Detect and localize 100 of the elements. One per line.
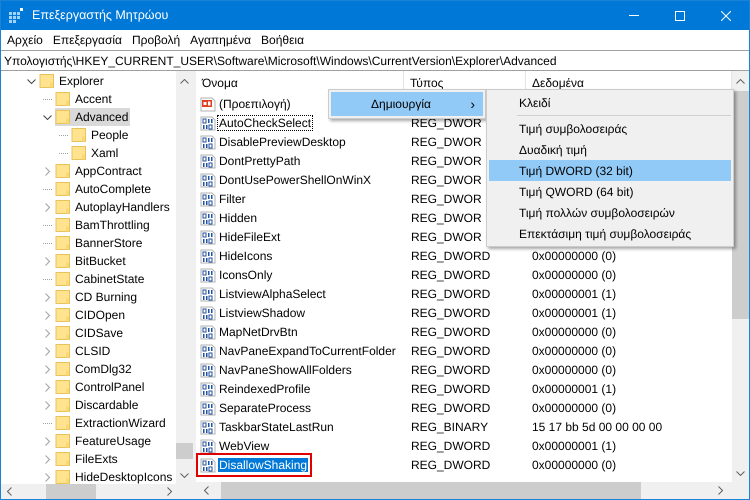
scroll-thumb[interactable] bbox=[221, 482, 641, 499]
scroll-thumb[interactable] bbox=[732, 91, 749, 319]
menu-item[interactable]: Επεξεργασία bbox=[48, 30, 127, 50]
value-name[interactable]: WebView bbox=[218, 439, 270, 454]
value-name[interactable]: DontUsePowerShellOnWinX bbox=[218, 172, 372, 187]
vertical-scrollbar[interactable] bbox=[176, 71, 193, 484]
expand-icon[interactable] bbox=[44, 454, 50, 464]
value-name[interactable]: (Προεπιλογή) bbox=[218, 96, 292, 111]
menu-item[interactable]: Αρχείο bbox=[2, 30, 48, 50]
tree-item[interactable]: BannerStore bbox=[55, 234, 144, 252]
tree-item[interactable]: CD Burning bbox=[55, 288, 140, 306]
tree-item[interactable]: BitBucket bbox=[55, 252, 128, 270]
expand-icon[interactable] bbox=[44, 436, 50, 446]
folder-icon bbox=[55, 235, 71, 251]
binary-value-icon bbox=[200, 400, 216, 416]
column-header[interactable]: Τύπος bbox=[410, 74, 444, 92]
tree-item[interactable]: FeatureUsage bbox=[55, 432, 154, 450]
folder-icon bbox=[55, 289, 71, 305]
scroll-thumb[interactable] bbox=[46, 484, 96, 499]
collapse-icon[interactable] bbox=[42, 114, 52, 120]
tree-item[interactable]: FileExts bbox=[55, 450, 120, 468]
value-type: REG_DWORD bbox=[411, 458, 490, 472]
value-data: 0x00000001 (1) bbox=[532, 286, 616, 301]
tree-item[interactable]: ComDlg32 bbox=[55, 360, 134, 378]
expand-icon[interactable] bbox=[44, 382, 50, 392]
value-name[interactable]: Hidden bbox=[218, 210, 258, 225]
value-name[interactable]: HideIcons bbox=[218, 248, 274, 263]
value-name[interactable]: DontPrettyPath bbox=[218, 154, 302, 168]
menu-item[interactable]: Επεκτάσιμη τιμή συμβολοσειράς bbox=[489, 223, 731, 244]
vertical-scrollbar[interactable] bbox=[732, 71, 749, 482]
expand-icon[interactable] bbox=[44, 472, 50, 482]
value-name[interactable]: NavPaneShowAllFolders bbox=[218, 363, 353, 378]
expand-icon[interactable] bbox=[44, 364, 50, 374]
menu-item[interactable]: Δυαδική τιμή bbox=[489, 139, 731, 160]
value-name[interactable]: TaskbarStateLastRun bbox=[218, 420, 335, 434]
menu-item[interactable]: Αγαπημένα bbox=[185, 30, 256, 50]
binary-value-icon bbox=[200, 286, 216, 302]
expand-icon[interactable] bbox=[44, 166, 50, 176]
column-header[interactable]: Δεδομένα bbox=[532, 74, 584, 92]
menu-item[interactable]: Τιμή συμβολοσειράς bbox=[489, 118, 731, 139]
value-type: REG_DWORD bbox=[411, 325, 490, 340]
tree-item[interactable]: HideDesktopIcons bbox=[55, 468, 174, 484]
binary-value-icon bbox=[200, 419, 216, 436]
value-name[interactable]: DisallowShaking bbox=[218, 458, 308, 472]
collapse-icon[interactable] bbox=[26, 78, 36, 84]
value-name[interactable]: HideFileExt bbox=[218, 230, 282, 244]
menu-item[interactable]: Δημιουργία › bbox=[331, 92, 483, 116]
binary-value-icon bbox=[200, 210, 216, 226]
column-header[interactable]: Όνομα bbox=[202, 74, 238, 92]
value-name[interactable]: IconsOnly bbox=[218, 268, 274, 282]
horizontal-scrollbar[interactable] bbox=[1, 484, 193, 499]
menu-item[interactable]: Τιμή πολλών συμβολοσειρών bbox=[489, 202, 731, 223]
tree-item[interactable]: People bbox=[71, 126, 130, 144]
expand-icon[interactable] bbox=[44, 400, 50, 410]
expand-icon[interactable] bbox=[44, 310, 50, 320]
value-name[interactable]: AutoCheckSelect bbox=[218, 116, 312, 130]
binary-value-icon bbox=[200, 381, 216, 398]
menu-item[interactable]: Προβολή bbox=[126, 30, 186, 50]
value-name[interactable]: ListviewAlphaSelect bbox=[218, 286, 327, 301]
value-name[interactable]: MapNetDrvBtn bbox=[218, 325, 299, 340]
tree-item[interactable]: ControlPanel bbox=[55, 378, 146, 396]
tree-item[interactable]: AutoplayHandlers bbox=[55, 198, 172, 216]
binary-value-icon bbox=[200, 172, 216, 188]
tree-item[interactable]: CLSID bbox=[55, 342, 112, 360]
address-field[interactable]: Υπολογιστής\HKEY_CURRENT_USER\Software\Microsoft\Windows\CurrentVersion\Explorer\Advanced bbox=[4, 52, 556, 70]
tree-item[interactable]: Explorer bbox=[39, 72, 106, 90]
expand-icon[interactable] bbox=[44, 292, 50, 302]
scroll-thumb[interactable] bbox=[176, 443, 193, 459]
value-name[interactable]: NavPaneExpandToCurrentFolder bbox=[218, 344, 397, 358]
folder-icon bbox=[55, 451, 71, 467]
expand-icon[interactable] bbox=[44, 328, 50, 338]
menu-item[interactable]: Τιμή QWORD (64 bit) bbox=[489, 181, 731, 202]
tree-item[interactable]: CabinetState bbox=[55, 270, 146, 288]
horizontal-scrollbar[interactable] bbox=[196, 482, 749, 499]
tree-item[interactable]: AutoComplete bbox=[55, 180, 154, 198]
folder-icon bbox=[55, 433, 71, 449]
tree-item[interactable]: ExtractionWizard bbox=[55, 414, 168, 432]
folder-icon bbox=[71, 145, 87, 161]
expand-icon[interactable] bbox=[44, 202, 50, 212]
value-name[interactable]: DisablePreviewDesktop bbox=[218, 134, 347, 149]
expand-icon[interactable] bbox=[44, 346, 50, 356]
tree-item[interactable]: Advanced bbox=[55, 108, 130, 126]
tree-item[interactable]: CIDSave bbox=[55, 324, 126, 342]
value-name[interactable]: ListviewShadow bbox=[218, 306, 306, 320]
expand-icon[interactable] bbox=[44, 256, 50, 266]
tree-item[interactable]: BamThrottling bbox=[55, 216, 152, 234]
value-name[interactable]: ReindexedProfile bbox=[218, 382, 312, 396]
binary-value-icon bbox=[200, 457, 216, 474]
tree-item[interactable]: Xaml bbox=[71, 144, 120, 162]
tree-item[interactable]: Accent bbox=[55, 90, 114, 108]
menu-item[interactable]: Τιμή DWORD (32 bit) bbox=[489, 160, 731, 181]
binary-value-icon bbox=[200, 152, 216, 169]
tree-item[interactable]: Discardable bbox=[55, 396, 140, 414]
menu-item[interactable]: Βοήθεια bbox=[256, 30, 310, 50]
value-type: REG_BINARY bbox=[411, 420, 488, 434]
value-name[interactable]: Filter bbox=[218, 192, 247, 206]
value-name[interactable]: SeparateProcess bbox=[218, 401, 312, 416]
menu-item[interactable]: Κλειδί bbox=[489, 92, 731, 113]
tree-item[interactable]: AppContract bbox=[55, 162, 144, 180]
tree-item[interactable]: CIDOpen bbox=[55, 306, 128, 324]
